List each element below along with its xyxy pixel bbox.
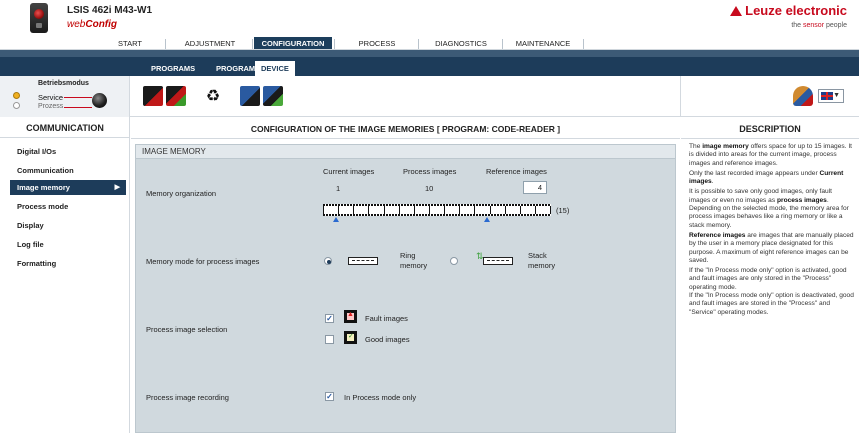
memory-slot xyxy=(445,206,460,214)
sidebar-heading: COMMUNICATION xyxy=(26,123,104,133)
download-icon[interactable] xyxy=(263,86,283,106)
memory-slot xyxy=(505,206,520,214)
sidebar-item-label: Image memory xyxy=(17,183,70,192)
panel-title: IMAGE MEMORY xyxy=(136,145,675,159)
sidebar-item-process-mode[interactable]: Process mode xyxy=(10,199,126,214)
service-mode-label: Service xyxy=(38,93,64,102)
mode-switch-knob[interactable] xyxy=(92,93,107,108)
memory-slot xyxy=(414,206,429,214)
current-boundary-marker-icon[interactable] xyxy=(333,217,339,222)
memory-slot xyxy=(354,206,369,214)
memory-slot xyxy=(520,206,535,214)
memory-mode-label: Memory mode for process images xyxy=(146,257,260,266)
sub-nav: PROGRAMS PROGRAM DEVICE xyxy=(0,50,859,76)
save-to-device-icon[interactable] xyxy=(166,86,186,106)
chevron-down-icon: ▼ xyxy=(833,92,840,99)
stack-memory-icon xyxy=(483,257,513,265)
subtab-device[interactable]: DEVICE xyxy=(255,61,295,76)
process-image-selection-label: Process image selection xyxy=(146,325,228,334)
current-images-header: Current images xyxy=(323,167,375,176)
memory-slot xyxy=(429,206,445,214)
reference-boundary-marker-icon[interactable] xyxy=(484,217,490,222)
service-led-icon xyxy=(13,92,20,99)
app-logo: webConfig xyxy=(67,19,118,30)
memory-slots-strip xyxy=(323,204,551,216)
brand-triangle-icon xyxy=(730,6,743,16)
memory-slot xyxy=(369,206,384,214)
in-process-mode-only-label: In Process mode only xyxy=(344,393,417,402)
brand-logo[interactable]: Leuze electronic xyxy=(730,3,847,18)
subtab-program[interactable]: PROGRAM xyxy=(216,61,255,76)
sidebar-item-formatting[interactable]: Formatting xyxy=(10,256,126,271)
user-login-icon[interactable] xyxy=(793,86,813,106)
good-images-checkbox[interactable] xyxy=(325,335,334,344)
memory-organization-label: Memory organization xyxy=(146,189,217,198)
in-process-mode-only-checkbox[interactable]: ✓ xyxy=(325,392,334,401)
operating-mode-panel: Betriebsmodus Service Prozess xyxy=(0,76,130,117)
sidebar-item-digital-ios[interactable]: Digital I/Os xyxy=(10,144,126,159)
ring-memory-radio[interactable] xyxy=(324,257,332,265)
ring-memory-icon xyxy=(348,257,378,265)
language-select[interactable]: ▼ xyxy=(818,89,844,103)
device-title: LSIS 462i M43-W1 xyxy=(67,5,153,16)
reference-images-input[interactable]: 4 xyxy=(523,181,547,194)
sidebar-item-communication[interactable]: Communication xyxy=(10,163,126,178)
uk-flag-icon xyxy=(821,92,833,100)
description-heading: DESCRIPTION xyxy=(739,124,801,134)
total-images-count: (15) xyxy=(556,206,570,215)
description-panel: DESCRIPTION The image memory offers spac… xyxy=(681,117,859,433)
memory-slot xyxy=(490,206,505,214)
fault-image-icon xyxy=(344,310,357,323)
memory-slot xyxy=(324,206,339,214)
stack-memory-label: Stack memory xyxy=(528,251,556,270)
brand-tagline: the sensor people xyxy=(791,22,847,29)
memory-slot xyxy=(399,206,414,214)
process-led-icon xyxy=(13,102,20,109)
process-mode-label: Prozess xyxy=(38,103,64,110)
ring-memory-label: Ring memory xyxy=(400,251,428,270)
stack-memory-radio[interactable] xyxy=(450,257,458,265)
sidebar: COMMUNICATION Digital I/Os Communication… xyxy=(0,117,130,433)
fault-images-label: Fault images xyxy=(365,314,408,323)
page-title: CONFIGURATION OF THE IMAGE MEMORIES [ PR… xyxy=(250,124,561,134)
app-header: LSIS 462i M43-W1 webConfig Leuze electro… xyxy=(0,0,859,37)
load-from-device-icon[interactable] xyxy=(143,86,163,106)
sensor-device-image xyxy=(30,3,48,33)
memory-slot xyxy=(475,206,490,214)
sidebar-item-image-memory[interactable]: Image memory ▶ xyxy=(10,180,126,195)
process-images-header: Process images xyxy=(403,167,457,176)
memory-slot xyxy=(460,206,475,214)
recycle-icon[interactable]: ♻ xyxy=(203,86,223,106)
memory-slot xyxy=(384,206,399,214)
process-images-value: 10 xyxy=(425,184,434,193)
fault-images-checkbox[interactable]: ✓ xyxy=(325,314,334,323)
main-content: CONFIGURATION OF THE IMAGE MEMORIES [ PR… xyxy=(131,117,680,433)
process-image-recording-label: Process image recording xyxy=(146,393,229,402)
memory-slot xyxy=(339,206,354,214)
description-text: The image memory offers space for up to … xyxy=(689,143,854,316)
image-memory-panel: IMAGE MEMORY Memory organization Current… xyxy=(135,144,676,433)
operating-mode-label: Betriebsmodus xyxy=(38,80,89,87)
upload-icon[interactable] xyxy=(240,86,260,106)
good-image-icon xyxy=(344,331,357,344)
reference-images-header: Reference images xyxy=(486,167,547,176)
good-images-label: Good images xyxy=(365,335,410,344)
chevron-right-icon: ▶ xyxy=(114,184,120,191)
sidebar-item-log-file[interactable]: Log file xyxy=(10,237,126,252)
current-images-value: 1 xyxy=(336,184,341,193)
sidebar-item-display[interactable]: Display xyxy=(10,218,126,233)
memory-slot xyxy=(535,206,551,214)
subtab-programs[interactable]: PROGRAMS xyxy=(151,61,195,76)
toolbar: Betriebsmodus Service Prozess ♻ ▼ xyxy=(0,76,859,117)
main-nav: START ADJUSTMENT CONFIGURATION PROCESS D… xyxy=(0,37,859,50)
